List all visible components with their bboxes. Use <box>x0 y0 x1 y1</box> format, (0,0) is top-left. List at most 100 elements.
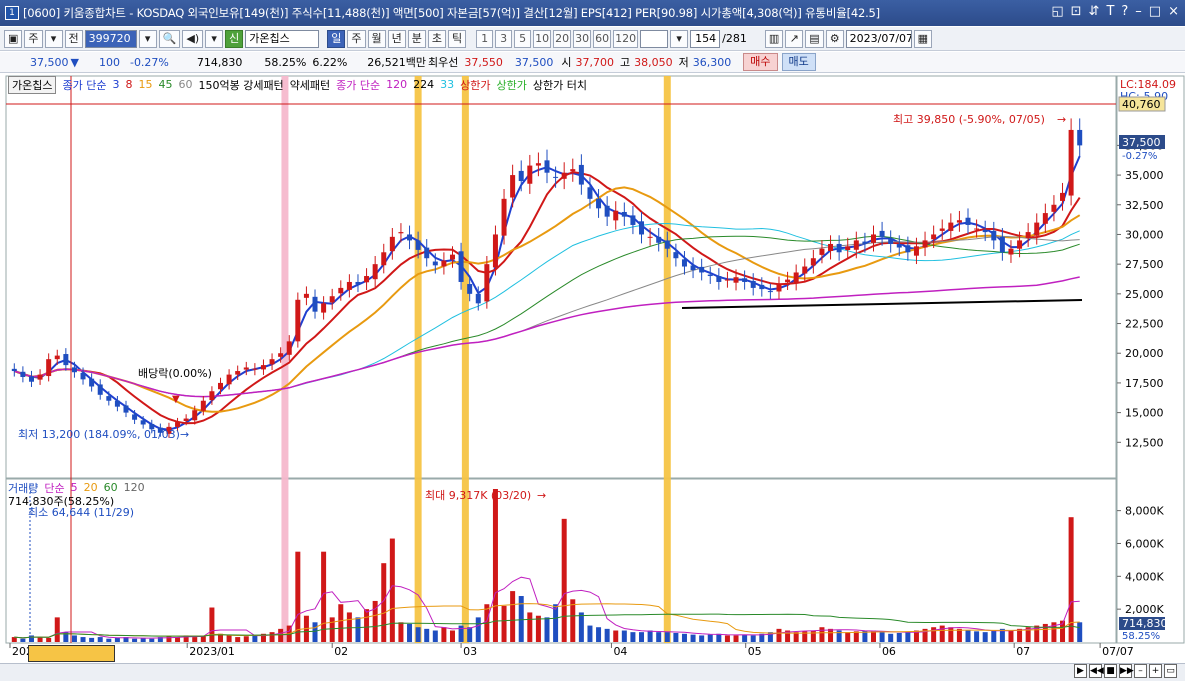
close-icon[interactable]: × <box>1168 4 1179 19</box>
chart-type-icon[interactable]: ▥ <box>764 29 784 48</box>
price-legend: 가온칩스 종가 단순 3 8 15 45 60 150억봉 강세패턴 약세패턴 … <box>8 75 587 94</box>
volume-bar <box>681 633 687 642</box>
chart-canvas[interactable]: 37,500 35,000 32,500 30,000 27,500 25,000 22,5… <box>0 74 1185 663</box>
stock-name-field[interactable]: 가온칩스 <box>245 29 320 48</box>
tab-tick[interactable]: 틱 <box>448 29 467 48</box>
code-dropdown-icon[interactable]: ▾ <box>138 29 157 48</box>
zoom-in-icon[interactable]: + <box>1149 664 1162 678</box>
volume-bar <box>432 630 438 642</box>
volume-bar <box>810 630 816 642</box>
interval-20[interactable]: 20 <box>553 29 572 48</box>
font-icon[interactable]: T <box>1106 4 1114 19</box>
chevron-down-icon[interactable]: ▾ <box>44 29 63 48</box>
prev-button[interactable]: 전 <box>64 29 83 48</box>
search-icon[interactable]: 🔍 <box>158 29 181 48</box>
interval-30[interactable]: 30 <box>573 29 592 48</box>
navigation-buttons: ▶ ◀◀ ■ ▶▶ – + ▭ <box>1074 664 1177 678</box>
low-label: 저 <box>678 56 689 69</box>
minimize-icon[interactable]: – <box>1135 4 1142 19</box>
interval-120[interactable]: 120 <box>613 29 639 48</box>
candle-body <box>656 236 662 243</box>
help-icon[interactable]: ? <box>1121 4 1128 19</box>
window-number-icon[interactable]: 1 <box>5 6 19 20</box>
volume-bar <box>578 612 584 642</box>
count-input[interactable]: 154 <box>690 29 721 48</box>
draw-tool-icon[interactable]: ↗ <box>785 29 804 48</box>
candle-body <box>484 264 490 302</box>
volume-bar <box>398 622 404 642</box>
arrange-icon[interactable]: ⇵ <box>1089 4 1100 19</box>
high-price: 38,050 <box>634 55 673 69</box>
interval-10[interactable]: 10 <box>533 29 552 48</box>
volume-bar <box>845 632 851 642</box>
window-title: [0600] 키움종합차트 - KOSDAQ 외국인보유[149(천)] 주식수… <box>23 6 880 20</box>
calendar-icon[interactable]: ▦ <box>913 29 933 48</box>
sound-icon[interactable]: ◀) <box>182 29 204 48</box>
candle-body <box>492 234 498 268</box>
down-triangle-icon: ▼ <box>70 55 79 69</box>
tab-month[interactable]: 월 <box>367 29 386 48</box>
price-pane[interactable] <box>5 75 1117 479</box>
down-arrow-icon: ▼ <box>172 394 180 405</box>
tab-day[interactable]: 일 <box>327 29 346 48</box>
volume-bar <box>793 632 799 642</box>
pin-button[interactable]: ▣ <box>4 29 23 48</box>
zoom-out-icon[interactable]: – <box>1134 664 1147 678</box>
current-price: 37,500 <box>30 55 69 69</box>
chevron-down-icon[interactable]: ▾ <box>205 29 224 48</box>
volume-bar <box>724 635 730 642</box>
volume-bar <box>613 630 619 642</box>
play-icon[interactable]: ▶ <box>1074 664 1087 678</box>
interval-60[interactable]: 60 <box>593 29 612 48</box>
candle-body <box>673 252 679 259</box>
tab-year[interactable]: 년 <box>387 29 406 48</box>
interval-3[interactable]: 3 <box>495 29 513 48</box>
candle-body <box>613 210 619 221</box>
volume-axis-label: 6,000K <box>1125 537 1164 550</box>
candle-body <box>1008 248 1014 255</box>
forward-icon[interactable]: ▶▶ <box>1119 664 1134 678</box>
tab-second[interactable]: 초 <box>427 29 446 48</box>
gear-icon[interactable]: ⚙ <box>825 29 844 48</box>
volume-bar <box>776 628 782 642</box>
stop-icon[interactable]: ■ <box>1104 664 1117 678</box>
tab-week[interactable]: 주 <box>347 29 366 48</box>
scroll-thumb[interactable] <box>28 645 115 662</box>
price-axis-label: 12,500 <box>1125 436 1164 449</box>
tab-minute[interactable]: 분 <box>407 29 426 48</box>
volume-bar <box>888 633 894 642</box>
volume-bar <box>656 632 662 642</box>
sell-button[interactable]: 매도 <box>781 53 816 71</box>
save-icon[interactable]: ▤ <box>805 29 824 48</box>
candle-body <box>1017 240 1023 249</box>
price-change-pct: -0.27% <box>129 55 169 69</box>
volume-bar <box>243 636 249 642</box>
volume-bar <box>931 627 937 642</box>
volume-bar <box>570 599 576 642</box>
volume-bar <box>20 638 26 642</box>
buy-button[interactable]: 매수 <box>743 53 778 71</box>
rewind-icon[interactable]: ◀◀ <box>1089 664 1104 678</box>
price-change: 100 <box>98 55 120 69</box>
candle-body <box>561 172 567 179</box>
stock-name-badge[interactable]: 가온칩스 <box>8 75 57 94</box>
stock-code-input[interactable]: 399720 <box>84 29 137 48</box>
maximize-icon[interactable]: □ <box>1149 4 1161 19</box>
candle-body <box>578 164 584 185</box>
link-icon[interactable]: ⊡ <box>1071 4 1082 19</box>
fit-icon[interactable]: ▭ <box>1164 664 1177 678</box>
bottom-scrollbar[interactable] <box>0 663 1185 681</box>
chart-area[interactable]: 37,500 35,000 32,500 30,000 27,500 25,000 22,5… <box>0 74 1185 663</box>
interval-5[interactable]: 5 <box>514 29 532 48</box>
date-input[interactable]: 2023/07/07 <box>845 29 912 48</box>
chevron-down-icon[interactable]: ▾ <box>670 29 689 48</box>
limit-up-1: 상한가 <box>460 78 491 92</box>
candle-body <box>939 228 945 231</box>
volume-pane[interactable] <box>5 478 1117 644</box>
interval-custom-input[interactable] <box>640 29 669 48</box>
interval-1[interactable]: 1 <box>476 29 494 48</box>
layout-icon[interactable]: ◱ <box>1051 4 1063 19</box>
period-select[interactable]: 주 <box>24 29 43 48</box>
ma-label: 종가 단순 <box>62 78 107 92</box>
candle-body <box>793 272 799 283</box>
